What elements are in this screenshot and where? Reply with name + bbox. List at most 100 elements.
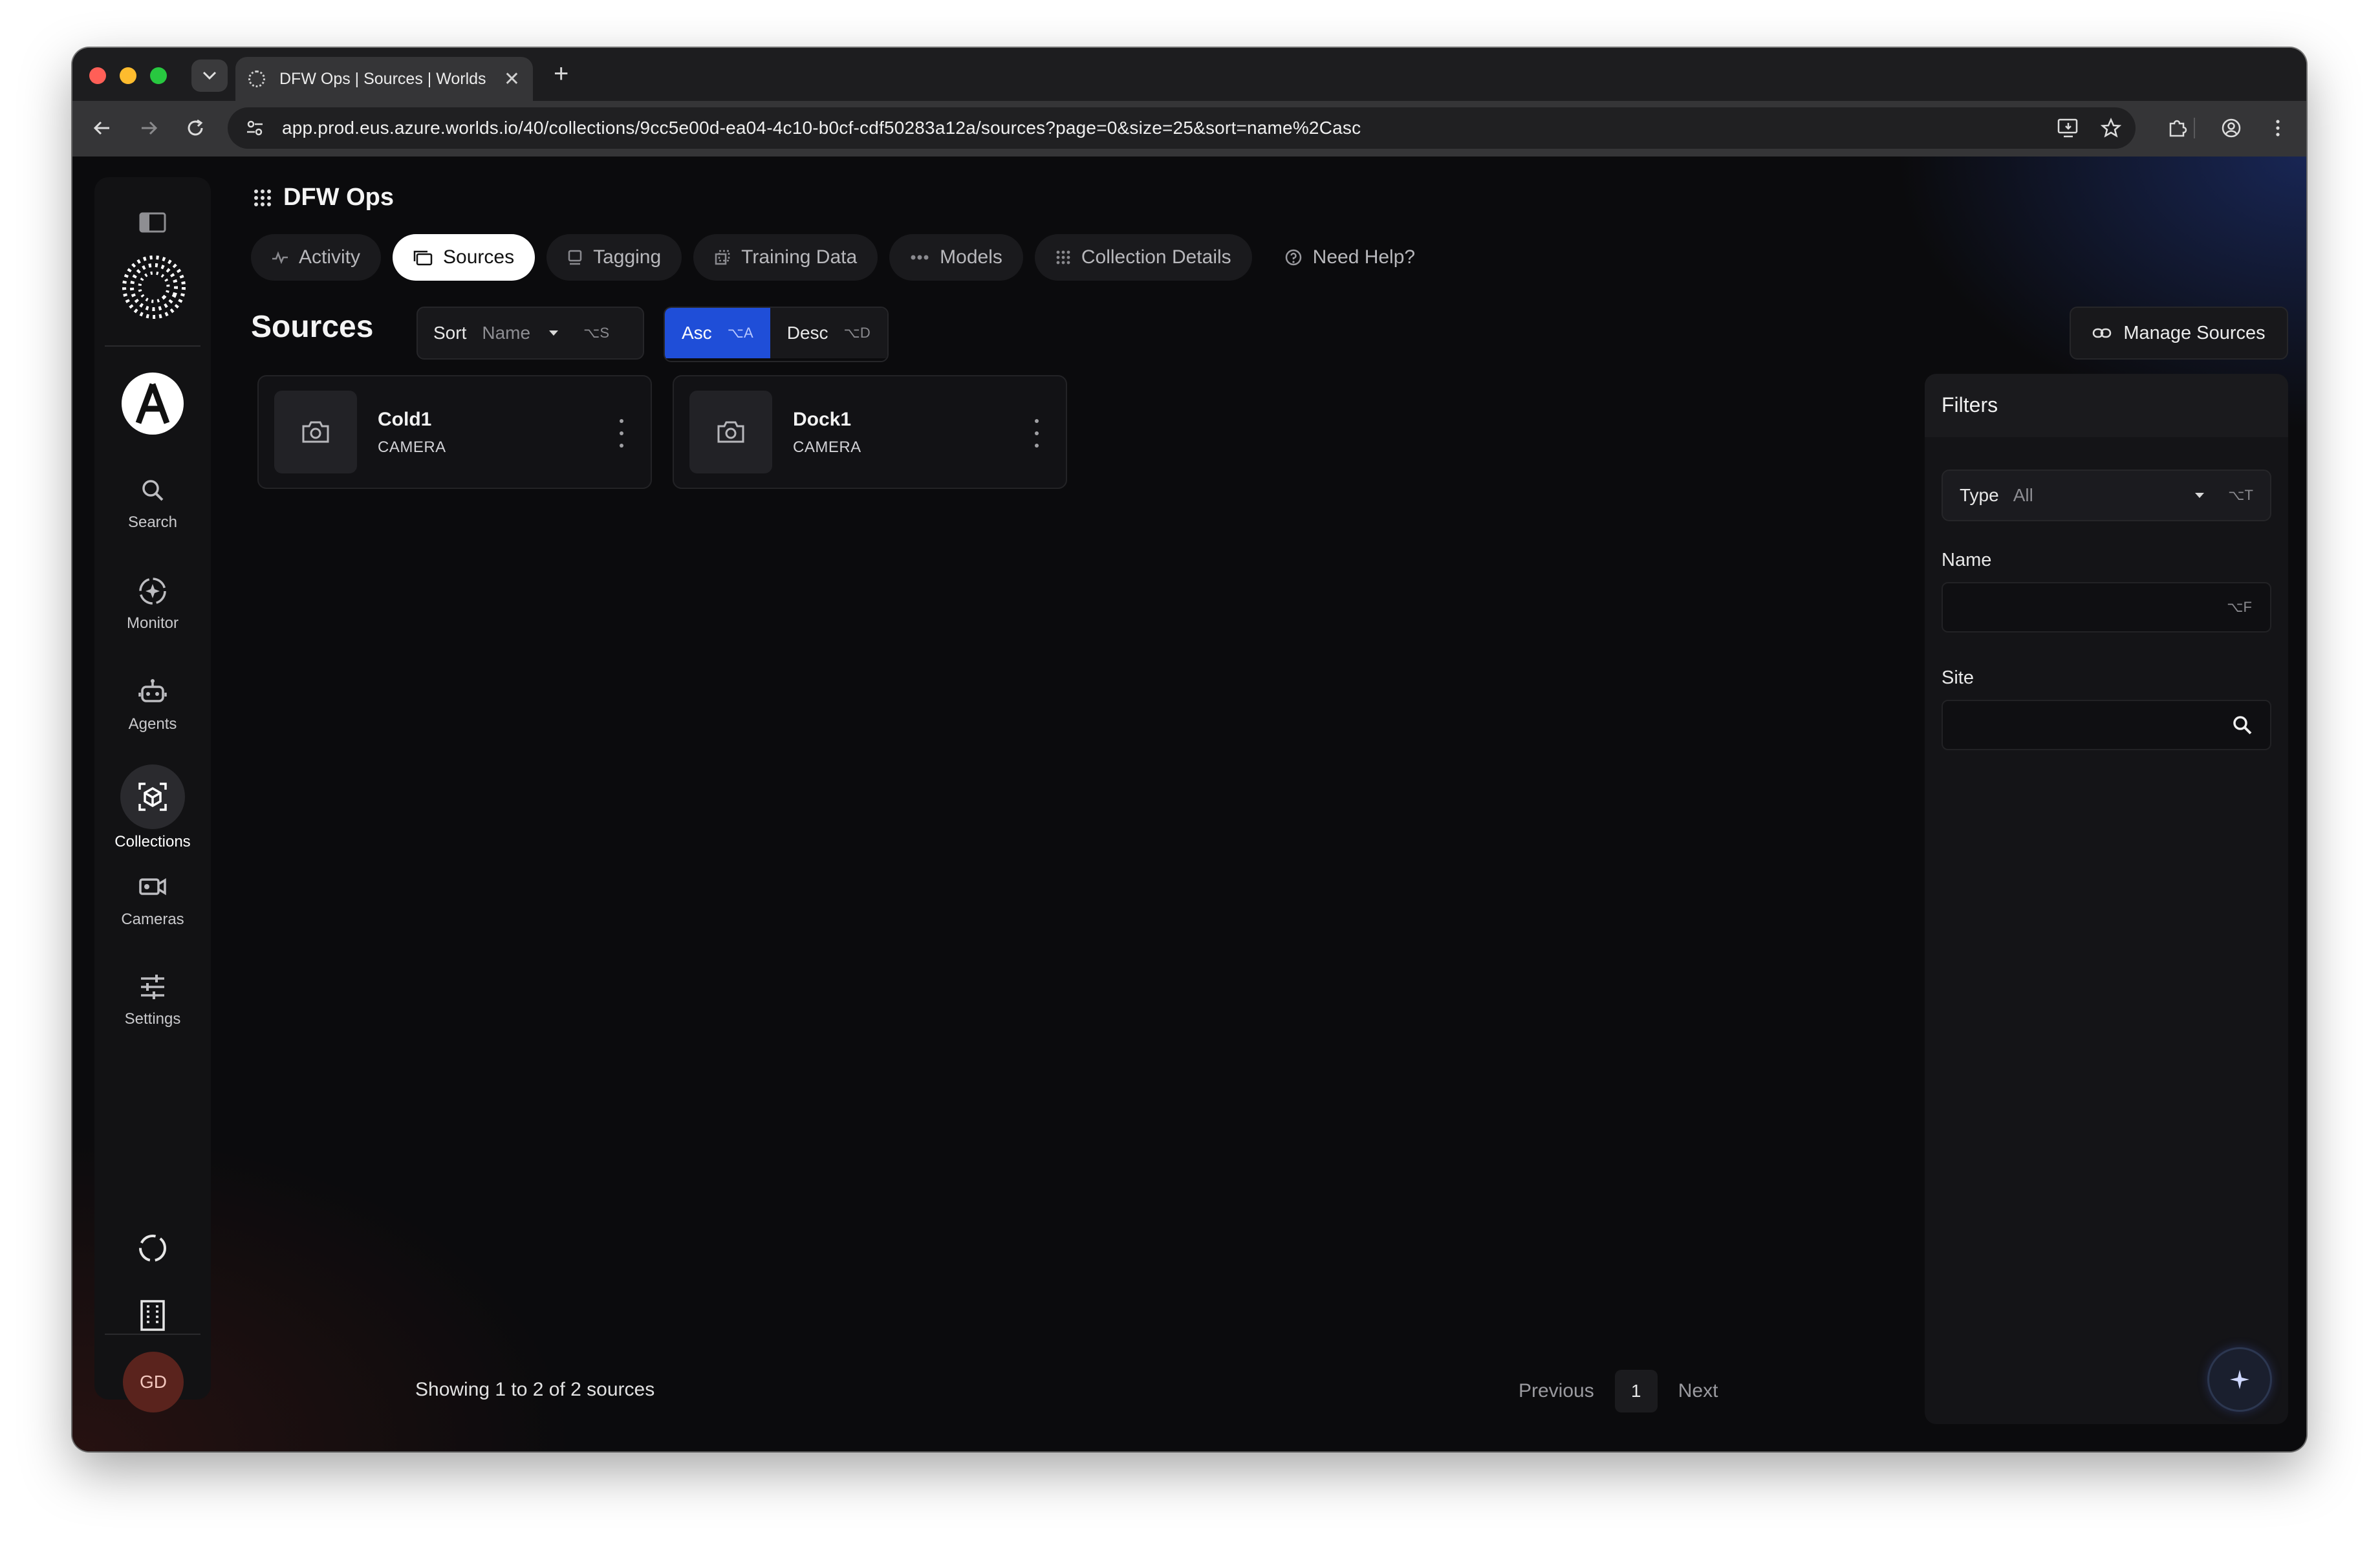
- sidebar: Search Monitor Agents Collections Camera…: [94, 177, 211, 1412]
- sidebar-divider: [105, 345, 200, 347]
- spinner-icon: [139, 1235, 166, 1262]
- worlds-favicon-icon: [248, 70, 265, 87]
- type-filter-select[interactable]: Type All ⌥T: [1942, 470, 2271, 521]
- tab-label: Models: [940, 246, 1002, 268]
- next-page-button[interactable]: Next: [1678, 1380, 1718, 1402]
- close-window-button[interactable]: [89, 67, 106, 84]
- link-icon: [2093, 328, 2112, 338]
- models-icon: [911, 255, 929, 260]
- arrow-left-icon: [93, 121, 109, 135]
- install-app-button[interactable]: [2054, 114, 2082, 142]
- sidebar-item-cameras[interactable]: Cameras: [94, 868, 211, 929]
- desc-button[interactable]: Desc ⌥D: [770, 308, 887, 358]
- need-help-link[interactable]: Need Help?: [1264, 234, 1436, 281]
- search-icon: [142, 480, 164, 501]
- source-type: CAMERA: [378, 438, 446, 456]
- toolbar-divider: [2194, 118, 2195, 138]
- sort-direction-toggle: Asc ⌥A Desc ⌥D: [664, 307, 889, 362]
- tab-collection-details[interactable]: Collection Details: [1034, 234, 1252, 281]
- help-circle-icon: [1285, 249, 1301, 266]
- tab-tagging[interactable]: Tagging: [546, 234, 682, 281]
- tab-label: Sources: [443, 246, 515, 268]
- camera-icon: [302, 421, 329, 443]
- reload-icon: [188, 119, 203, 136]
- name-filter-input[interactable]: ⌥F: [1942, 582, 2271, 633]
- tag-monitor-icon: [568, 250, 582, 265]
- back-button[interactable]: [88, 114, 116, 142]
- site-filter-input[interactable]: [1942, 700, 2271, 750]
- reload-button[interactable]: [181, 114, 210, 142]
- sort-select[interactable]: Sort Name ⌥S: [416, 307, 644, 360]
- app-content: Search Monitor Agents Collections Camera…: [72, 157, 2306, 1451]
- collections-icon: [138, 783, 167, 811]
- source-type: CAMERA: [793, 438, 861, 456]
- extensions-button[interactable]: [2163, 114, 2191, 142]
- url-text[interactable]: app.prod.eus.azure.worlds.io/40/collecti…: [282, 118, 1361, 138]
- asc-shortcut: ⌥A: [727, 325, 753, 341]
- kebab-icon: [2276, 120, 2280, 136]
- collection-tabs: Activity Sources Tagging Training Data M…: [251, 234, 1447, 281]
- loading-status-button[interactable]: [131, 1226, 175, 1270]
- zoom-window-button[interactable]: [150, 67, 167, 84]
- desc-shortcut: ⌥D: [843, 325, 871, 341]
- search-icon[interactable]: [2231, 714, 2253, 736]
- type-filter-value: All: [2013, 485, 2033, 505]
- sidebar-item-collections[interactable]: Collections: [94, 764, 211, 851]
- source-card[interactable]: Dock1 CAMERA: [673, 375, 1067, 489]
- sidebar-item-label: Collections: [114, 833, 191, 850]
- desc-label: Desc: [786, 323, 828, 343]
- tab-training-data[interactable]: Training Data: [693, 234, 878, 281]
- asc-button[interactable]: Asc ⌥A: [665, 308, 770, 358]
- monitor-icon: [139, 578, 166, 605]
- tab-models[interactable]: Models: [889, 234, 1023, 281]
- org-avatar[interactable]: [122, 373, 184, 435]
- app-header: DFW Ops: [254, 184, 394, 211]
- source-name: Cold1: [378, 409, 432, 430]
- sidebar-item-settings[interactable]: Settings: [94, 968, 211, 1028]
- forward-button[interactable]: [135, 114, 163, 142]
- manage-sources-label: Manage Sources: [2123, 322, 2266, 343]
- sidebar-item-search[interactable]: Search: [94, 471, 211, 532]
- previous-page-button[interactable]: Previous: [1519, 1380, 1594, 1402]
- new-tab-button[interactable]: +: [554, 61, 568, 87]
- name-filter-shortcut: ⌥F: [2227, 599, 2252, 615]
- tab-close-icon[interactable]: ✕: [504, 68, 520, 91]
- source-more-button[interactable]: [1027, 419, 1046, 448]
- layers-icon: [413, 250, 433, 266]
- app-grid-icon[interactable]: [254, 189, 272, 207]
- building-icon: [140, 1300, 165, 1331]
- sidebar-item-agents[interactable]: Agents: [94, 673, 211, 733]
- site-filter-label: Site: [1942, 667, 1974, 688]
- sidebar-item-label: Cameras: [121, 911, 184, 928]
- sort-label: Sort: [433, 323, 467, 343]
- tab-search-button[interactable]: [191, 60, 228, 92]
- address-bar[interactable]: app.prod.eus.azure.worlds.io/40/collecti…: [228, 107, 2136, 149]
- name-filter-label: Name: [1942, 550, 1992, 570]
- page-number-button[interactable]: 1: [1614, 1370, 1658, 1412]
- tab-activity[interactable]: Activity: [251, 234, 382, 281]
- browser-window: DFW Ops | Sources | Worlds ✕ + app.prod.…: [72, 48, 2306, 1451]
- user-avatar[interactable]: GD: [123, 1352, 184, 1412]
- building-button[interactable]: [131, 1293, 175, 1337]
- sidebar-item-label: Agents: [128, 715, 177, 733]
- dataset-icon: [715, 250, 730, 265]
- source-more-button[interactable]: [612, 419, 631, 448]
- collection-title: DFW Ops: [283, 184, 394, 211]
- arrow-right-icon: [142, 121, 158, 135]
- source-card[interactable]: Cold1 CAMERA: [257, 375, 652, 489]
- profile-button[interactable]: [2217, 114, 2245, 142]
- browser-tab[interactable]: DFW Ops | Sources | Worlds ✕: [235, 57, 533, 101]
- minimize-window-button[interactable]: [120, 67, 136, 84]
- sidebar-toggle-button[interactable]: [138, 211, 167, 234]
- ai-assistant-button[interactable]: [2209, 1349, 2270, 1410]
- sidebar-item-monitor[interactable]: Monitor: [94, 572, 211, 633]
- page-title: Sources: [251, 310, 374, 344]
- site-settings-icon[interactable]: [242, 115, 268, 141]
- browser-menu-button[interactable]: [2264, 114, 2292, 142]
- tab-sources[interactable]: Sources: [393, 234, 536, 281]
- manage-sources-button[interactable]: Manage Sources: [2070, 307, 2288, 360]
- bookmark-button[interactable]: [2097, 114, 2125, 142]
- asc-label: Asc: [682, 323, 712, 343]
- star-icon: [2101, 118, 2121, 138]
- camera-icon: [139, 878, 166, 896]
